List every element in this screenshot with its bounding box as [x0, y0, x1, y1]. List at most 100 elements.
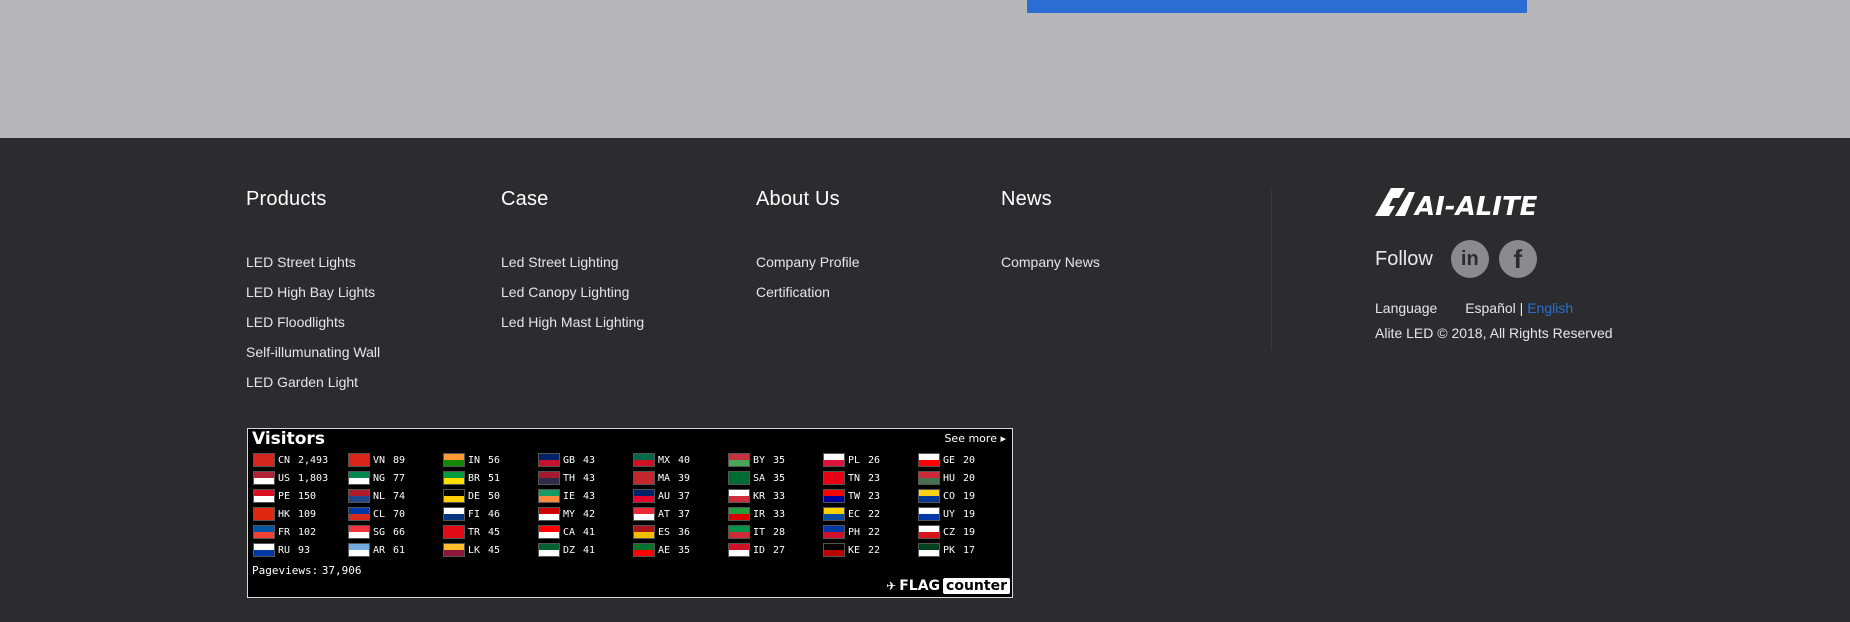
- flag-counter-entry: CN 2,493: [253, 451, 348, 469]
- footer-link[interactable]: LED High Bay Lights: [246, 284, 380, 314]
- country-code: TN: [848, 472, 861, 484]
- facebook-icon[interactable]: f: [1498, 240, 1537, 278]
- country-code: TH: [563, 472, 576, 484]
- visitor-count: 93: [298, 544, 311, 556]
- country-flag-icon: [348, 507, 370, 521]
- flag-counter-title: Visitors: [252, 429, 325, 449]
- visitor-count: 28: [773, 526, 786, 538]
- country-flag-icon: [918, 525, 940, 539]
- flag-counter-entry: IE 43: [538, 487, 633, 505]
- country-flag-icon: [538, 453, 560, 467]
- footer-link[interactable]: Company News: [1001, 254, 1100, 284]
- visitor-count: 36: [678, 526, 691, 538]
- country-code: DZ: [563, 544, 576, 556]
- country-code: IE: [563, 490, 576, 502]
- country-flag-icon: [823, 453, 845, 467]
- flag-counter-entry: MA 39: [633, 469, 728, 487]
- country-flag-icon: [823, 507, 845, 521]
- flag-counter-entry: EC 22: [823, 505, 918, 523]
- country-flag-icon: [348, 453, 370, 467]
- flag-counter-entry: TN 23: [823, 469, 918, 487]
- country-code: BY: [753, 454, 766, 466]
- pageviews-label: Pageviews:: [252, 564, 319, 577]
- visitor-count: 43: [583, 472, 596, 484]
- country-flag-icon: [633, 525, 655, 539]
- country-code: VN: [373, 454, 386, 466]
- country-code: TR: [468, 526, 481, 538]
- visitor-count: 43: [583, 454, 596, 466]
- country-flag-icon: [823, 525, 845, 539]
- alite-logo-icon[interactable]: AI-ALITE: [1375, 186, 1565, 218]
- country-code: DE: [468, 490, 481, 502]
- country-flag-icon: [823, 471, 845, 485]
- flag-counter-logo-a: FLAG: [899, 578, 941, 594]
- country-code: MX: [658, 454, 671, 466]
- footer-link[interactable]: Company Profile: [756, 254, 860, 284]
- country-flag-icon: [918, 453, 940, 467]
- country-flag-icon: [443, 525, 465, 539]
- flag-counter-entry: UY 19: [918, 505, 1013, 523]
- flag-counter-entry: FR 102: [253, 523, 348, 541]
- see-more-link[interactable]: See more ▸: [944, 432, 1006, 445]
- visitor-count: 19: [963, 526, 976, 538]
- language-option-english[interactable]: English: [1527, 300, 1573, 316]
- footer-link[interactable]: Led Street Lighting: [501, 254, 644, 284]
- visitor-count: 33: [773, 490, 786, 502]
- footer-link[interactable]: LED Floodlights: [246, 314, 380, 344]
- flag-counter-entry: AE 35: [633, 541, 728, 559]
- flag-counter-entry: HU 20: [918, 469, 1013, 487]
- flag-counter-entry: TR 45: [443, 523, 538, 541]
- accent-bar: [1027, 0, 1527, 13]
- flag-counter-entry: IT 28: [728, 523, 823, 541]
- flag-counter-entry: PE 150: [253, 487, 348, 505]
- column-links: Company Profile Certification: [756, 254, 860, 314]
- footer-link[interactable]: Self-illumunating Wall: [246, 344, 380, 374]
- visitor-count: 61: [393, 544, 406, 556]
- follow-row: Follow in f: [1375, 240, 1547, 278]
- flag-counter-entry: LK 45: [443, 541, 538, 559]
- page-top-band: [0, 0, 1850, 138]
- column-title: About Us: [756, 188, 840, 210]
- language-option-espanol[interactable]: Español: [1465, 300, 1516, 316]
- visitor-count: 20: [963, 454, 976, 466]
- flag-counter-entry: MY 42: [538, 505, 633, 523]
- country-flag-icon: [918, 543, 940, 557]
- country-flag-icon: [728, 525, 750, 539]
- country-flag-icon: [918, 489, 940, 503]
- country-code: US: [278, 472, 291, 484]
- visitor-count: 43: [583, 490, 596, 502]
- flag-counter-logo-b: counter: [943, 578, 1010, 594]
- country-code: PL: [848, 454, 861, 466]
- flag-counter-widget[interactable]: Visitors See more ▸ CN 2,493 US 1,803 PE 150 H…: [247, 428, 1013, 598]
- footer-link[interactable]: LED Street Lights: [246, 254, 380, 284]
- footer-divider: [1271, 190, 1272, 350]
- visitor-count: 22: [868, 544, 881, 556]
- footer-link[interactable]: Led High Mast Lighting: [501, 314, 644, 344]
- country-code: GE: [943, 454, 956, 466]
- country-code: NL: [373, 490, 386, 502]
- flag-counter-logo[interactable]: ✈ FLAG counter: [886, 577, 1010, 595]
- visitor-count: 46: [488, 508, 501, 520]
- linkedin-icon[interactable]: in: [1450, 240, 1489, 278]
- flag-counter-entry: CL 70: [348, 505, 443, 523]
- country-code: AU: [658, 490, 671, 502]
- follow-label: Follow: [1375, 247, 1433, 270]
- country-flag-icon: [253, 453, 275, 467]
- flag-counter-entry: ID 27: [728, 541, 823, 559]
- footer-link[interactable]: Led Canopy Lighting: [501, 284, 644, 314]
- flag-counter-entry: BR 51: [443, 469, 538, 487]
- visitor-count: 40: [678, 454, 691, 466]
- footer-link[interactable]: LED Garden Light: [246, 374, 380, 404]
- country-code: HU: [943, 472, 956, 484]
- flag-counter-entry: AT 37: [633, 505, 728, 523]
- country-flag-icon: [918, 471, 940, 485]
- flag-counter-entry: PL 26: [823, 451, 918, 469]
- footer-link[interactable]: Certification: [756, 284, 860, 314]
- country-code: EC: [848, 508, 861, 520]
- flag-counter-entry: TW 23: [823, 487, 918, 505]
- visitor-count: 37: [678, 490, 691, 502]
- country-flag-icon: [538, 471, 560, 485]
- column-links: Company News: [1001, 254, 1100, 284]
- visitor-count: 35: [678, 544, 691, 556]
- country-flag-icon: [443, 471, 465, 485]
